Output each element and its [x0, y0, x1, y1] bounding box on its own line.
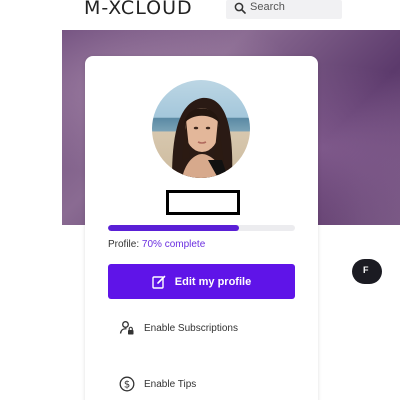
enable-subscriptions-label: Enable Subscriptions	[144, 322, 238, 334]
edit-profile-button[interactable]: Edit my profile	[108, 264, 295, 299]
user-lock-icon	[119, 321, 134, 335]
edit-profile-label: Edit my profile	[174, 275, 252, 288]
redacted-username	[166, 190, 240, 215]
edit-icon	[152, 275, 166, 289]
svg-text:$: $	[124, 380, 130, 391]
dollar-circle-icon: $	[119, 376, 135, 392]
profile-completion-text: 70% complete	[141, 239, 206, 250]
page: M-XCLOUD Search Profile: 70% complete Ed…	[0, 0, 400, 400]
search-placeholder: Search	[250, 1, 285, 13]
profile-card: Profile: 70% complete Edit my profile En…	[85, 56, 318, 400]
enable-tips-item[interactable]: $ Enable Tips	[119, 376, 196, 392]
side-pill-button[interactable]: F	[352, 259, 382, 284]
enable-tips-label: Enable Tips	[144, 378, 197, 390]
side-pill-label: F	[363, 265, 369, 275]
header: M-XCLOUD Search	[0, 0, 400, 28]
profile-progress-fill	[108, 225, 239, 231]
logo[interactable]: M-XCLOUD	[84, 0, 193, 19]
profile-completion-status: Profile: 70% complete	[108, 239, 205, 250]
profile-progress-bar	[108, 225, 295, 231]
avatar[interactable]	[152, 80, 250, 178]
search-icon	[234, 2, 246, 14]
profile-status-prefix: Profile:	[108, 239, 142, 250]
search-input[interactable]: Search	[226, 0, 342, 19]
enable-subscriptions-item[interactable]: Enable Subscriptions	[119, 320, 238, 336]
avatar-photo	[172, 97, 233, 178]
